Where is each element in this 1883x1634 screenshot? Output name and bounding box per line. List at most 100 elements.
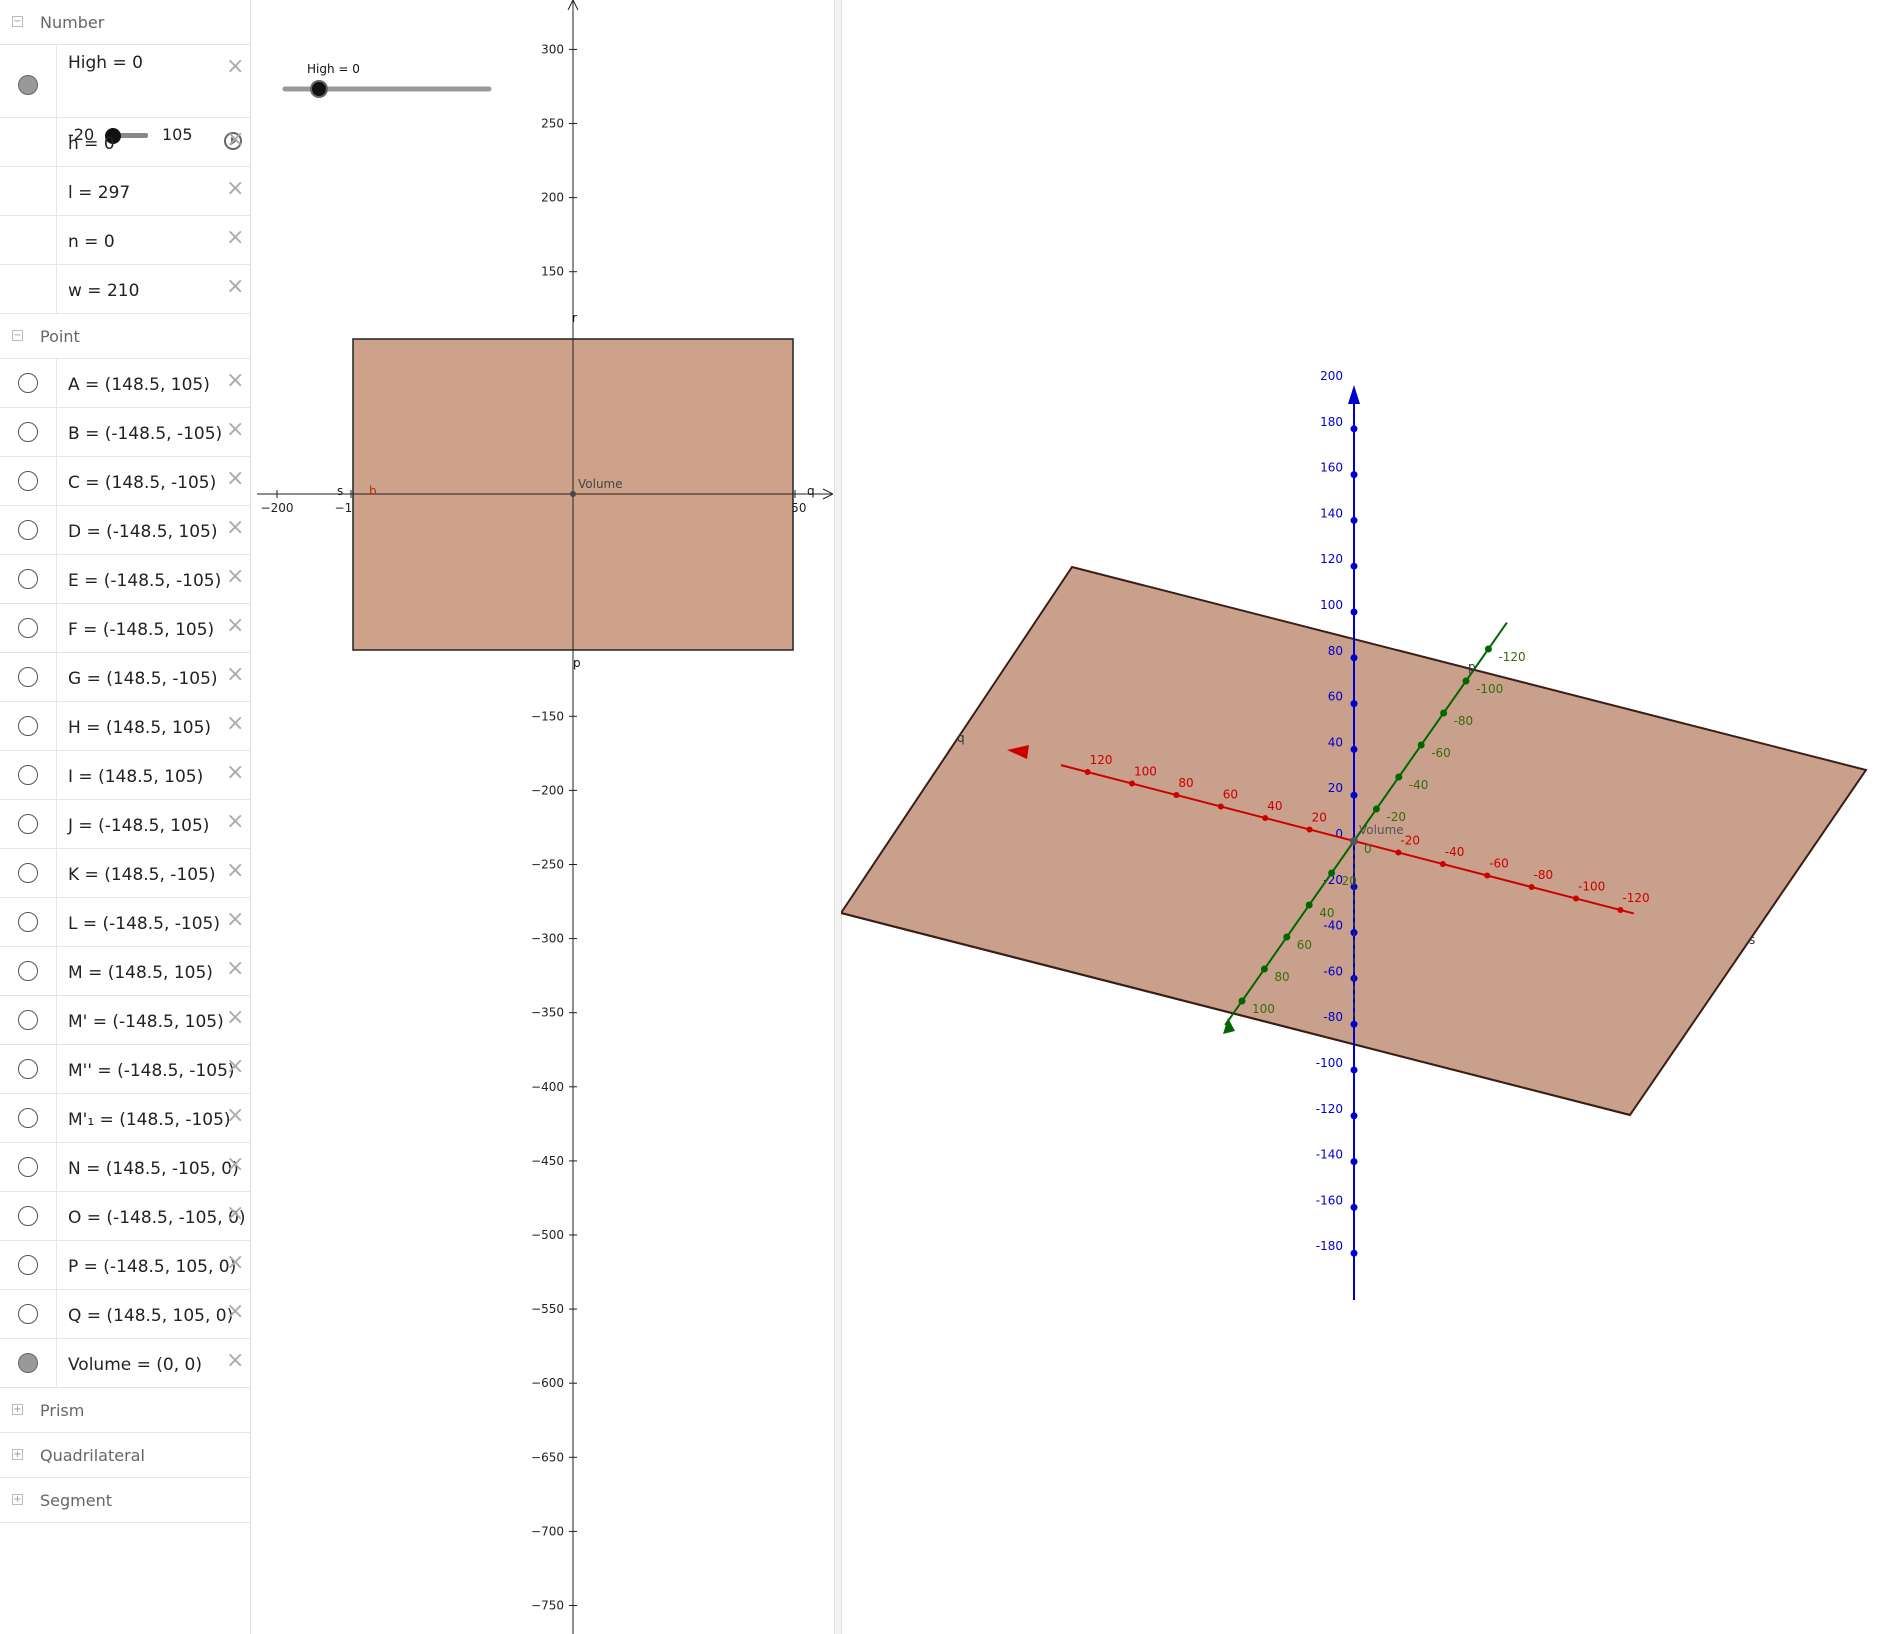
point-row[interactable]: M'' = (-148.5, -105) × bbox=[0, 1045, 250, 1094]
visibility-toggle-icon[interactable] bbox=[18, 1353, 38, 1373]
delete-icon[interactable]: × bbox=[226, 227, 244, 249]
delete-icon[interactable]: × bbox=[226, 1154, 244, 1176]
delete-icon[interactable]: × bbox=[226, 56, 244, 78]
graphics-view-3d[interactable]: 200180160140120100806040200-20-40-60-80-… bbox=[841, 0, 1883, 1634]
delete-icon[interactable]: × bbox=[226, 1007, 244, 1029]
visibility-toggle-icon[interactable] bbox=[18, 1255, 38, 1275]
delete-icon[interactable]: × bbox=[226, 1350, 244, 1372]
object-definition[interactable]: O = (-148.5, -105, 0) bbox=[68, 1192, 246, 1244]
object-definition[interactable]: F = (-148.5, 105) bbox=[68, 604, 214, 656]
point-row[interactable]: E = (-148.5, -105) × bbox=[0, 555, 250, 604]
point-row[interactable]: A = (148.5, 105) × bbox=[0, 359, 250, 408]
visibility-toggle-icon[interactable] bbox=[18, 814, 38, 834]
object-definition[interactable]: n = 0 bbox=[68, 216, 115, 268]
object-definition[interactable]: B = (-148.5, -105) bbox=[68, 408, 222, 460]
visibility-toggle-icon[interactable] bbox=[18, 765, 38, 785]
visibility-toggle-icon[interactable] bbox=[18, 863, 38, 883]
expand-icon[interactable]: + bbox=[12, 1494, 23, 1505]
delete-icon[interactable]: × bbox=[226, 713, 244, 735]
point-row[interactable]: D = (-148.5, 105) × bbox=[0, 506, 250, 555]
delete-icon[interactable]: × bbox=[226, 860, 244, 882]
point-row[interactable]: K = (148.5, -105) × bbox=[0, 849, 250, 898]
object-definition[interactable]: M'' = (-148.5, -105) bbox=[68, 1045, 235, 1097]
object-definition[interactable]: M = (148.5, 105) bbox=[68, 947, 213, 999]
visibility-toggle-icon[interactable] bbox=[18, 520, 38, 540]
visibility-toggle-icon[interactable] bbox=[18, 75, 38, 95]
delete-icon[interactable]: × bbox=[226, 178, 244, 200]
visibility-toggle-icon[interactable] bbox=[18, 471, 38, 491]
delete-icon[interactable]: × bbox=[226, 762, 244, 784]
collapse-icon[interactable]: − bbox=[12, 330, 23, 341]
delete-icon[interactable]: × bbox=[226, 909, 244, 931]
category-number[interactable]: − Number bbox=[0, 0, 250, 45]
visibility-toggle-icon[interactable] bbox=[18, 716, 38, 736]
point-row[interactable]: P = (-148.5, 105, 0) × bbox=[0, 1241, 250, 1290]
point-volume[interactable] bbox=[570, 491, 576, 497]
delete-icon[interactable]: × bbox=[226, 811, 244, 833]
visibility-toggle-icon[interactable] bbox=[18, 1010, 38, 1030]
delete-icon[interactable]: × bbox=[226, 419, 244, 441]
point-row[interactable]: M'₁ = (148.5, -105) × bbox=[0, 1094, 250, 1143]
point-row[interactable]: M' = (-148.5, 105) × bbox=[0, 996, 250, 1045]
delete-icon[interactable]: × bbox=[226, 1252, 244, 1274]
delete-icon[interactable]: × bbox=[226, 664, 244, 686]
object-definition[interactable]: H = (148.5, 105) bbox=[68, 702, 211, 754]
delete-icon[interactable]: × bbox=[226, 615, 244, 637]
object-definition[interactable]: J = (-148.5, 105) bbox=[68, 800, 209, 852]
object-definition[interactable]: N = (148.5, -105, 0) bbox=[68, 1143, 239, 1195]
expand-icon[interactable]: + bbox=[12, 1449, 23, 1460]
point-row[interactable]: J = (-148.5, 105) × bbox=[0, 800, 250, 849]
visibility-toggle-icon[interactable] bbox=[18, 1157, 38, 1177]
number-row[interactable]: l = 297 × bbox=[0, 167, 250, 216]
object-definition[interactable]: L = (-148.5, -105) bbox=[68, 898, 220, 950]
point-row[interactable]: Q = (148.5, 105, 0) × bbox=[0, 1290, 250, 1339]
point-row[interactable]: I = (148.5, 105) × bbox=[0, 751, 250, 800]
visibility-toggle-icon[interactable] bbox=[18, 1108, 38, 1128]
point-row[interactable]: N = (148.5, -105, 0) × bbox=[0, 1143, 250, 1192]
object-definition[interactable]: Q = (148.5, 105, 0) bbox=[68, 1290, 233, 1342]
object-definition[interactable]: A = (148.5, 105) bbox=[68, 359, 210, 411]
object-definition[interactable]: K = (148.5, -105) bbox=[68, 849, 216, 901]
delete-icon[interactable]: × bbox=[226, 1203, 244, 1225]
number-row[interactable]: h = 0 × bbox=[0, 118, 250, 167]
visibility-toggle-icon[interactable] bbox=[18, 1059, 38, 1079]
delete-icon[interactable]: × bbox=[226, 370, 244, 392]
visibility-toggle-icon[interactable] bbox=[18, 422, 38, 442]
delete-icon[interactable]: × bbox=[226, 958, 244, 980]
object-definition[interactable]: G = (148.5, -105) bbox=[68, 653, 218, 705]
collapse-icon[interactable]: − bbox=[12, 16, 23, 27]
object-definition[interactable]: w = 210 bbox=[68, 265, 139, 317]
object-definition[interactable]: E = (-148.5, -105) bbox=[68, 555, 221, 607]
point-row[interactable]: G = (148.5, -105) × bbox=[0, 653, 250, 702]
object-definition[interactable]: Volume = (0, 0) bbox=[68, 1339, 202, 1391]
visibility-toggle-icon[interactable] bbox=[18, 618, 38, 638]
visibility-toggle-icon[interactable] bbox=[18, 961, 38, 981]
visibility-toggle-icon[interactable] bbox=[18, 1206, 38, 1226]
delete-icon[interactable]: × bbox=[226, 276, 244, 298]
point-row[interactable]: Volume = (0, 0) × bbox=[0, 1339, 250, 1388]
point-row[interactable]: O = (-148.5, -105, 0) × bbox=[0, 1192, 250, 1241]
object-definition[interactable]: C = (148.5, -105) bbox=[68, 457, 216, 509]
visibility-toggle-icon[interactable] bbox=[18, 569, 38, 589]
object-definition[interactable]: M' = (-148.5, 105) bbox=[68, 996, 224, 1048]
number-row[interactable]: w = 210 × bbox=[0, 265, 250, 314]
object-definition[interactable]: h = 0 bbox=[68, 118, 115, 170]
expand-icon[interactable]: + bbox=[12, 1404, 23, 1415]
object-definition[interactable]: M'₁ = (148.5, -105) bbox=[68, 1094, 231, 1146]
point-row[interactable]: B = (-148.5, -105) × bbox=[0, 408, 250, 457]
point-row[interactable]: L = (-148.5, -105) × bbox=[0, 898, 250, 947]
delete-icon[interactable]: × bbox=[226, 1301, 244, 1323]
visibility-toggle-icon[interactable] bbox=[18, 1304, 38, 1324]
category-point[interactable]: − Point bbox=[0, 314, 250, 359]
delete-icon[interactable]: × bbox=[226, 517, 244, 539]
delete-icon[interactable]: × bbox=[226, 129, 244, 151]
graphics-view-2d[interactable]: −200−150−100−500501001503002502001501005… bbox=[257, 0, 833, 1634]
object-definition[interactable]: P = (-148.5, 105, 0) bbox=[68, 1241, 236, 1293]
category-segment[interactable]: + Segment bbox=[0, 1478, 250, 1523]
point-row[interactable]: F = (-148.5, 105) × bbox=[0, 604, 250, 653]
visibility-toggle-icon[interactable] bbox=[18, 667, 38, 687]
visibility-toggle-icon[interactable] bbox=[18, 912, 38, 932]
slider-row-high[interactable]: High = 0 × -20 105 bbox=[0, 45, 250, 150]
point-volume-3d[interactable] bbox=[1350, 837, 1358, 845]
delete-icon[interactable]: × bbox=[226, 468, 244, 490]
